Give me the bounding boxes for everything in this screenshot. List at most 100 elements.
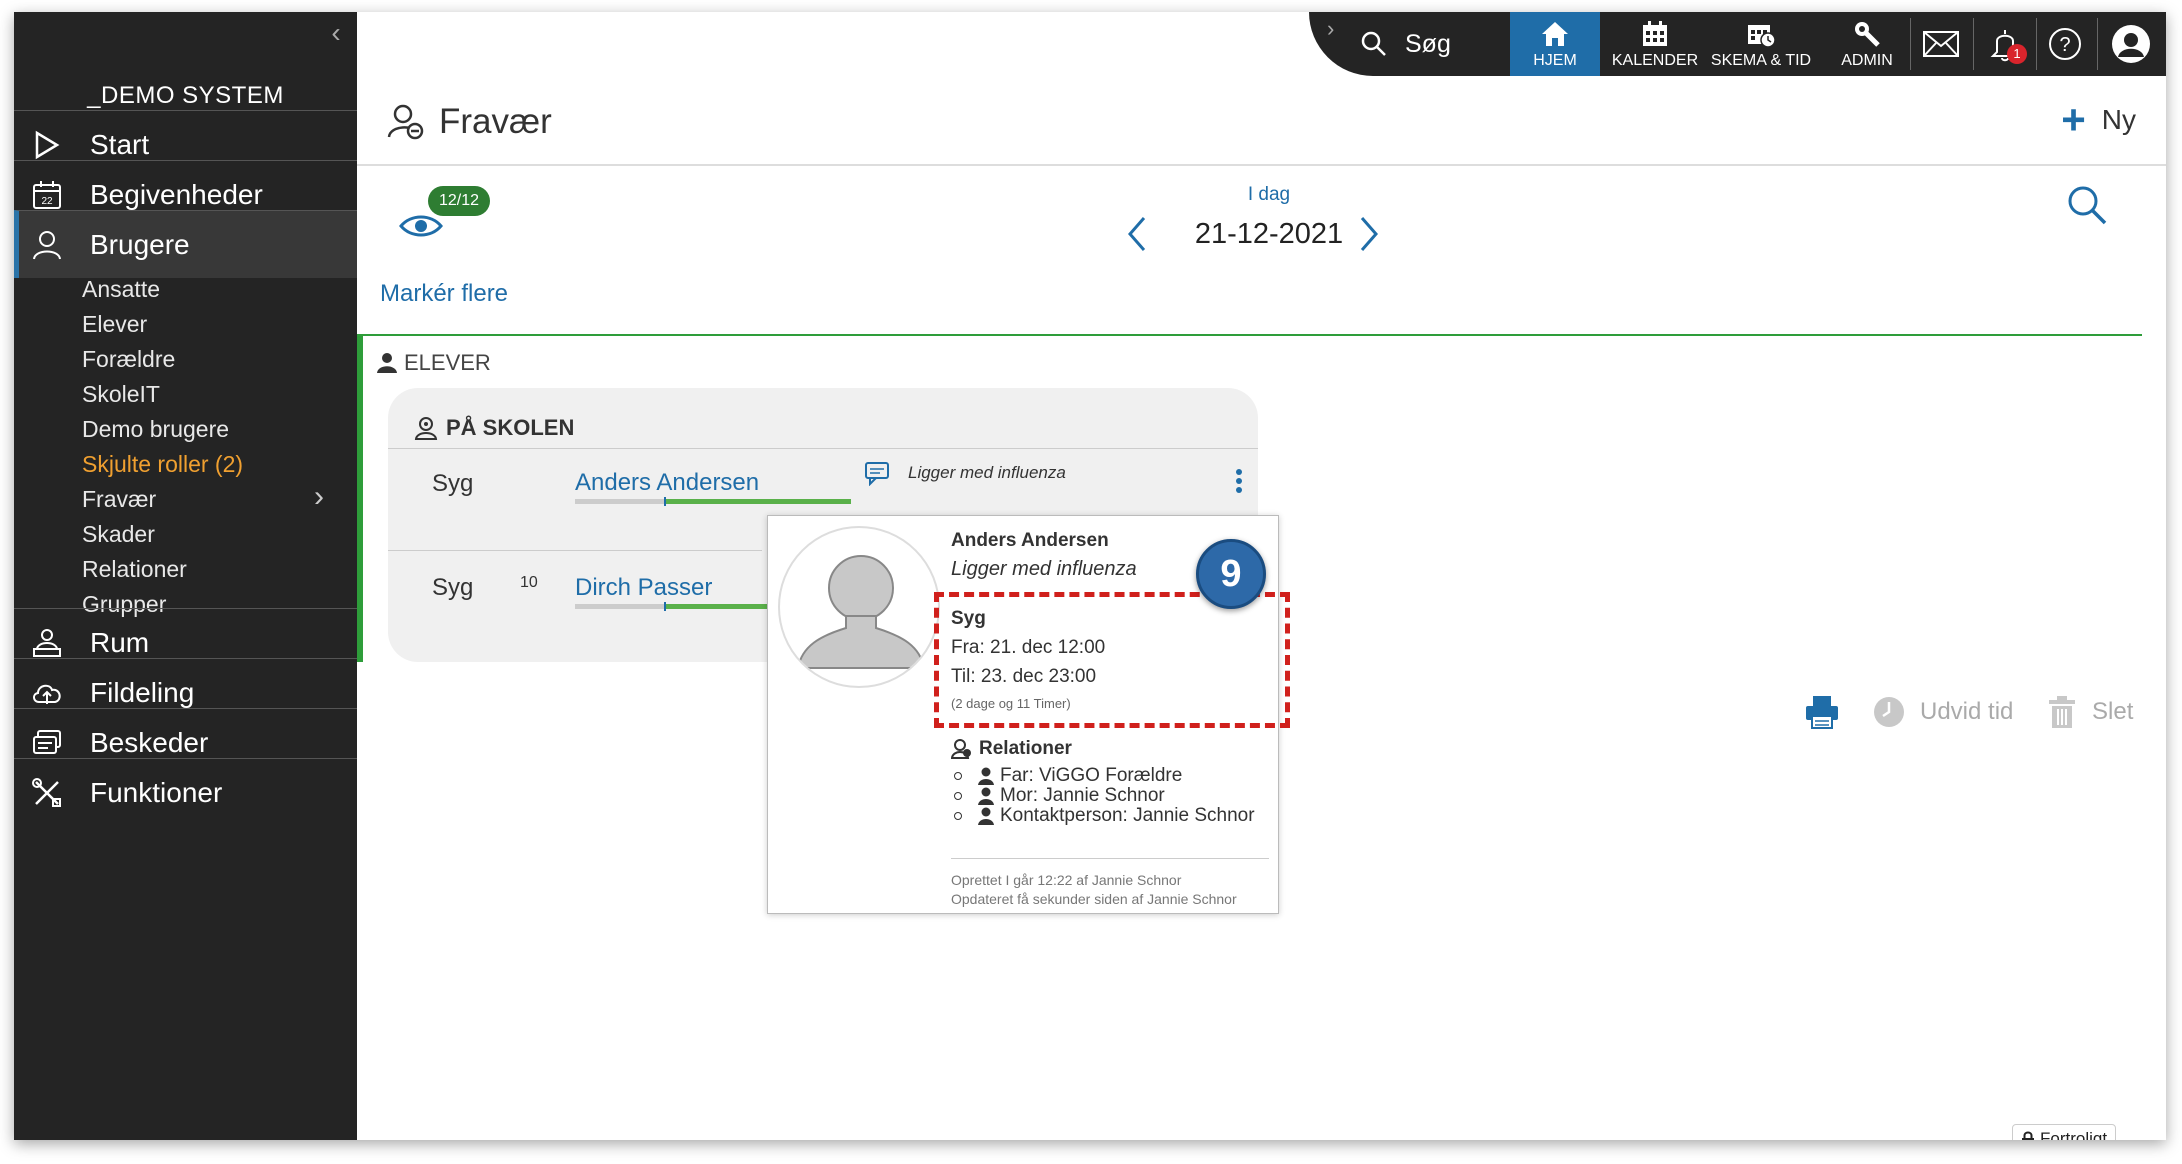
- user-silhouette-icon: [796, 555, 926, 669]
- sidebar-sub-skjulte-roller[interactable]: Skjulte roller (2): [82, 451, 243, 478]
- popover-created: Oprettet I går 12:22 af Jannie Schnor: [951, 872, 1182, 888]
- row-type: Syg: [432, 470, 474, 497]
- sidebar-sub-foraeldre[interactable]: Forældre: [82, 346, 175, 373]
- row-divider: [388, 448, 1258, 449]
- mark-multiple-link[interactable]: Markér flere: [380, 280, 508, 308]
- svg-text:?: ?: [2059, 34, 2070, 56]
- user-icon: [978, 807, 994, 825]
- home-icon: [1542, 22, 1568, 46]
- relation-item[interactable]: Far: ViGGO Forældre: [954, 765, 1182, 787]
- nav-kalender[interactable]: KALENDER: [1605, 12, 1705, 76]
- relations-icon: [951, 739, 971, 759]
- extend-time-button[interactable]: Udvid tid: [1872, 695, 2013, 729]
- help-icon: ?: [2049, 28, 2081, 60]
- sidebar-sub-skoleit[interactable]: SkoleIT: [82, 381, 160, 408]
- calendar-icon: [1643, 21, 1667, 46]
- new-label: Ny: [2101, 104, 2136, 135]
- nav-divider: [2036, 18, 2037, 70]
- sidebar-sub-demo-brugere[interactable]: Demo brugere: [82, 416, 229, 443]
- sidebar-item-label: Beskeder: [90, 726, 209, 758]
- print-button[interactable]: [1804, 694, 1840, 735]
- card-title-text: PÅ SKOLEN: [446, 415, 575, 440]
- help-button[interactable]: ?: [2043, 22, 2087, 66]
- chevron-right-icon[interactable]: ›: [314, 480, 324, 514]
- sidebar-item-label: Brugere: [90, 228, 190, 260]
- sidebar-sub-elever[interactable]: Elever: [82, 311, 147, 338]
- visibility-count-badge: 12/12: [428, 186, 490, 216]
- relation-text: Kontaktperson: Jannie Schnor: [1000, 805, 1255, 826]
- plus-icon: +: [2061, 96, 2086, 143]
- print-icon: [1806, 696, 1838, 729]
- relations-title: Relationer: [951, 738, 1072, 760]
- student-name-link[interactable]: Anders Andersen: [575, 469, 759, 497]
- sidebar-sub-relationer[interactable]: Relationer: [82, 556, 187, 583]
- absence-progress: [575, 602, 767, 611]
- sidebar-item-brugere[interactable]: Brugere: [14, 210, 357, 278]
- popover-updated: Opdateret få sekunder siden af Jannie Sc…: [951, 891, 1237, 907]
- profile-button[interactable]: [2109, 22, 2153, 66]
- progress-marker: [664, 497, 666, 506]
- play-icon: [30, 128, 64, 162]
- row-type: Syg: [432, 574, 474, 601]
- nav-label: ADMIN: [1841, 52, 1893, 69]
- chevron-right-icon[interactable]: ›: [1327, 16, 1334, 42]
- progress-fill: [665, 604, 767, 609]
- search-label: Søg: [1405, 29, 1451, 58]
- cloud-icon: [30, 676, 64, 710]
- progress-fill: [665, 499, 851, 504]
- svg-text:22: 22: [41, 196, 53, 207]
- nav-hjem[interactable]: HJEM: [1510, 12, 1600, 76]
- sidebar-sub-skader[interactable]: Skader: [82, 521, 155, 548]
- sidebar-item-label: Funktioner: [90, 776, 223, 808]
- schedule-icon: [1748, 25, 1776, 48]
- user-icon: [978, 787, 994, 805]
- collapse-sidebar-icon[interactable]: ‹: [321, 18, 351, 48]
- search-button[interactable]: [2066, 184, 2108, 231]
- relation-item[interactable]: Kontaktperson: Jannie Schnor: [954, 805, 1255, 827]
- nav-admin[interactable]: ADMIN: [1823, 12, 1911, 76]
- mail-button[interactable]: [1919, 22, 1963, 66]
- rooms-icon: [30, 626, 64, 660]
- new-button[interactable]: + Ny: [2061, 96, 2136, 143]
- page-header: Fravær + Ny: [357, 76, 2166, 166]
- tools-icon: [30, 776, 64, 810]
- user-icon: [377, 353, 397, 373]
- avatar: [778, 526, 940, 688]
- location-user-icon: [414, 417, 438, 440]
- calendar-icon: 22: [30, 178, 64, 212]
- nav-label: HJEM: [1533, 52, 1577, 69]
- delete-button[interactable]: Slet: [2048, 695, 2133, 729]
- user-avatar-icon: [2112, 25, 2150, 63]
- sidebar-item-label: Fildeling: [90, 676, 195, 708]
- sidebar-item-funktioner[interactable]: Funktioner: [14, 758, 357, 826]
- relation-item[interactable]: Mor: Jannie Schnor: [954, 785, 1165, 807]
- confidential-badge: Fortroligt: [2012, 1124, 2117, 1140]
- bullet: [954, 792, 962, 800]
- absence-user-icon: [387, 104, 424, 140]
- sidebar-sub-fravaer[interactable]: Fravær: [82, 486, 156, 513]
- search-button[interactable]: Søg: [1361, 22, 1451, 66]
- nav-divider: [2097, 18, 2098, 70]
- chevron-right-icon: [1360, 217, 1378, 251]
- sidebar-item-label: Begivenheder: [90, 178, 263, 210]
- section-indicator: [357, 334, 363, 662]
- step-number-badge: 9: [1196, 539, 1266, 609]
- nav-label: KALENDER: [1611, 52, 1699, 69]
- notifications-button[interactable]: 1: [1983, 22, 2027, 66]
- system-name: _DEMO SYSTEM: [87, 82, 284, 109]
- student-name-link[interactable]: Dirch Passer: [575, 574, 712, 602]
- bullet: [954, 772, 962, 780]
- sidebar-sub-ansatte[interactable]: Ansatte: [82, 276, 160, 303]
- row-menu-button[interactable]: [1234, 468, 1244, 499]
- relation-text: Mor: Jannie Schnor: [1000, 785, 1165, 806]
- next-date-button[interactable]: [1356, 214, 1382, 259]
- trash-icon: [2049, 696, 2075, 728]
- previous-date-button[interactable]: [1124, 214, 1150, 259]
- nav-label: SKEMA & TID: [1710, 52, 1812, 69]
- page-title: Fravær: [387, 102, 552, 142]
- sidebar-item-label: Start: [90, 128, 150, 160]
- page-title-text: Fravær: [439, 102, 552, 141]
- nav-divider: [1910, 18, 1911, 70]
- nav-skema-tid[interactable]: SKEMA & TID: [1705, 12, 1817, 76]
- today-link[interactable]: I dag: [1214, 184, 1324, 206]
